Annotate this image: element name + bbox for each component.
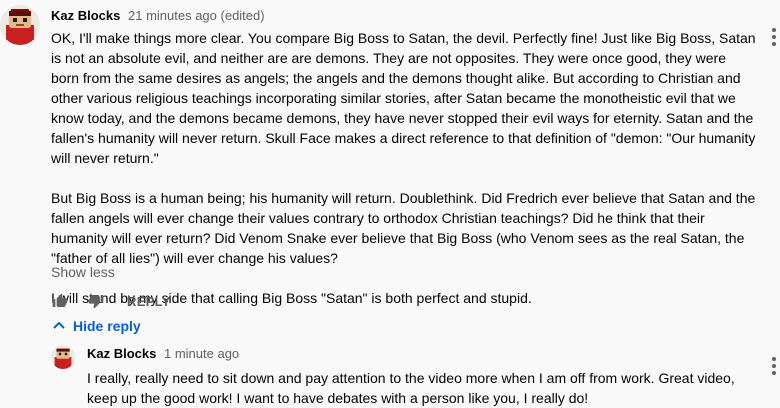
reply-menu-icon[interactable] — [772, 357, 776, 378]
comment-paragraph: But Big Boss is a human being; his human… — [51, 190, 756, 266]
comment-text: OK, I'll make things more clear. You com… — [51, 28, 756, 308]
reply-button[interactable]: REPLY — [127, 294, 171, 309]
avatar[interactable] — [0, 5, 40, 45]
reply-comment: Kaz Blocks 1 minute ago I really, really… — [87, 346, 756, 408]
chevron-up-icon — [53, 321, 65, 329]
comment-actions: REPLY — [51, 291, 171, 311]
reply-author[interactable]: Kaz Blocks — [87, 346, 156, 361]
comment-author[interactable]: Kaz Blocks — [51, 8, 120, 23]
reply-timestamp[interactable]: 1 minute ago — [164, 346, 239, 361]
reply-avatar[interactable] — [51, 345, 75, 369]
comment: Kaz Blocks 21 minutes ago (edited) OK, I… — [51, 8, 756, 308]
comment-menu-icon[interactable] — [772, 28, 776, 49]
hide-reply-label: Hide reply — [73, 318, 141, 334]
reply-header: Kaz Blocks 1 minute ago — [87, 346, 756, 362]
thumbs-up-icon[interactable] — [51, 292, 69, 310]
reply-text: I really, really need to sit down and pa… — [87, 370, 735, 406]
comment-paragraph: OK, I'll make things more clear. You com… — [51, 30, 756, 166]
comment-timestamp[interactable]: 21 minutes ago (edited) — [128, 8, 265, 23]
hide-reply-button[interactable]: Hide reply — [51, 318, 141, 334]
comment-header: Kaz Blocks 21 minutes ago (edited) — [51, 8, 756, 24]
show-less-link[interactable]: Show less — [51, 264, 115, 280]
thumbs-down-icon[interactable] — [87, 292, 105, 310]
